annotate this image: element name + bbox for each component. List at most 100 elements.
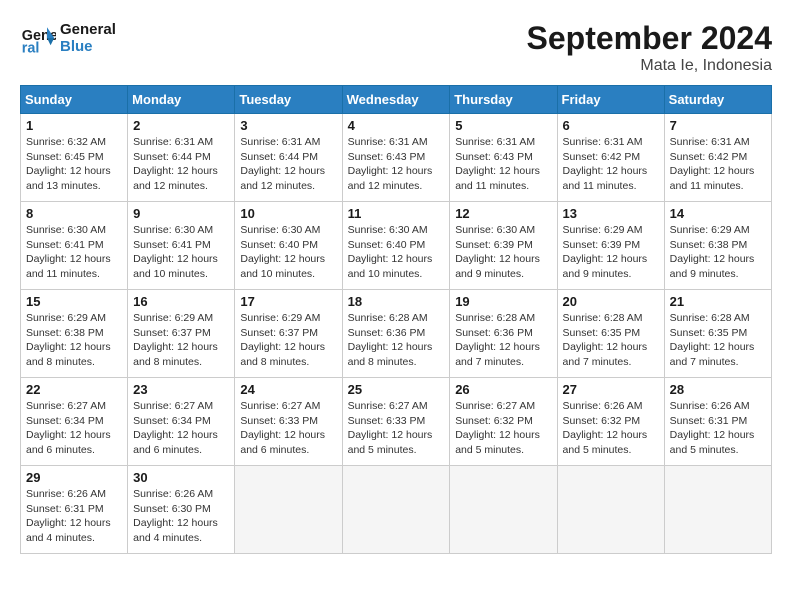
calendar-cell: 5 Sunrise: 6:31 AM Sunset: 6:43 PM Daylig…: [450, 114, 557, 202]
day-number: 5: [455, 118, 551, 133]
header-thursday: Thursday: [450, 86, 557, 114]
calendar-cell: 20 Sunrise: 6:28 AM Sunset: 6:35 PM Dayli…: [557, 290, 664, 378]
day-number: 2: [133, 118, 229, 133]
calendar-cell: 17 Sunrise: 6:29 AM Sunset: 6:37 PM Dayli…: [235, 290, 342, 378]
day-number: 19: [455, 294, 551, 309]
calendar-cell: [235, 466, 342, 554]
day-info: Sunrise: 6:29 AM Sunset: 6:39 PM Dayligh…: [563, 223, 659, 282]
calendar-cell: 10 Sunrise: 6:30 AM Sunset: 6:40 PM Dayli…: [235, 202, 342, 290]
day-info: Sunrise: 6:28 AM Sunset: 6:35 PM Dayligh…: [670, 311, 766, 370]
day-number: 16: [133, 294, 229, 309]
day-number: 10: [240, 206, 336, 221]
calendar-cell: 28 Sunrise: 6:26 AM Sunset: 6:31 PM Dayli…: [664, 378, 771, 466]
day-number: 30: [133, 470, 229, 485]
calendar-cell: 29 Sunrise: 6:26 AM Sunset: 6:31 PM Dayli…: [21, 466, 128, 554]
calendar-cell: 4 Sunrise: 6:31 AM Sunset: 6:43 PM Daylig…: [342, 114, 450, 202]
calendar-cell: 30 Sunrise: 6:26 AM Sunset: 6:30 PM Dayli…: [128, 466, 235, 554]
calendar-cell: 25Sunrise: 6:27 AM Sunset: 6:33 PM Dayli…: [342, 378, 450, 466]
calendar-cell: 18 Sunrise: 6:28 AM Sunset: 6:36 PM Dayli…: [342, 290, 450, 378]
day-info: Sunrise: 6:28 AM Sunset: 6:35 PM Dayligh…: [563, 311, 659, 370]
day-info: Sunrise: 6:29 AM Sunset: 6:37 PM Dayligh…: [240, 311, 336, 370]
day-info: Sunrise: 6:28 AM Sunset: 6:36 PM Dayligh…: [348, 311, 445, 370]
calendar-cell: 19 Sunrise: 6:28 AM Sunset: 6:36 PM Dayli…: [450, 290, 557, 378]
page-header: Gene ral General Blue September 2024 Mat…: [20, 20, 772, 75]
logo-icon: Gene ral: [20, 20, 56, 56]
calendar-cell: 9 Sunrise: 6:30 AM Sunset: 6:41 PM Daylig…: [128, 202, 235, 290]
day-info: Sunrise: 6:29 AM Sunset: 6:38 PM Dayligh…: [26, 311, 122, 370]
header-sunday: Sunday: [21, 86, 128, 114]
day-number: 20: [563, 294, 659, 309]
calendar-cell: 11 Sunrise: 6:30 AM Sunset: 6:40 PM Dayli…: [342, 202, 450, 290]
day-info: Sunrise: 6:31 AM Sunset: 6:44 PM Dayligh…: [133, 135, 229, 194]
day-number: 6: [563, 118, 659, 133]
day-info: Sunrise: 6:26 AM Sunset: 6:30 PM Dayligh…: [133, 487, 229, 546]
calendar-cell: 27 Sunrise: 6:26 AM Sunset: 6:32 PM Dayli…: [557, 378, 664, 466]
day-info: Sunrise: 6:27 AM Sunset: 6:32 PM Dayligh…: [455, 399, 551, 458]
week-row-1: 1Sunrise: 6:32 AM Sunset: 6:45 PM Daylig…: [21, 114, 772, 202]
calendar-cell: 15 Sunrise: 6:29 AM Sunset: 6:38 PM Dayli…: [21, 290, 128, 378]
day-number: 26: [455, 382, 551, 397]
day-info: Sunrise: 6:29 AM Sunset: 6:38 PM Dayligh…: [670, 223, 766, 282]
day-number: 3: [240, 118, 336, 133]
day-number: 7: [670, 118, 766, 133]
calendar-cell: [664, 466, 771, 554]
calendar-cell: 7Sunrise: 6:31 AM Sunset: 6:42 PM Daylig…: [664, 114, 771, 202]
day-number: 15: [26, 294, 122, 309]
calendar-cell: 8Sunrise: 6:30 AM Sunset: 6:41 PM Daylig…: [21, 202, 128, 290]
day-number: 11: [348, 206, 445, 221]
day-number: 1: [26, 118, 122, 133]
calendar-body: 1Sunrise: 6:32 AM Sunset: 6:45 PM Daylig…: [21, 114, 772, 554]
calendar-cell: [557, 466, 664, 554]
day-info: Sunrise: 6:31 AM Sunset: 6:44 PM Dayligh…: [240, 135, 336, 194]
day-info: Sunrise: 6:30 AM Sunset: 6:41 PM Dayligh…: [133, 223, 229, 282]
header-monday: Monday: [128, 86, 235, 114]
calendar-cell: 6 Sunrise: 6:31 AM Sunset: 6:42 PM Daylig…: [557, 114, 664, 202]
day-info: Sunrise: 6:31 AM Sunset: 6:42 PM Dayligh…: [563, 135, 659, 194]
day-number: 25: [348, 382, 445, 397]
day-info: Sunrise: 6:27 AM Sunset: 6:34 PM Dayligh…: [133, 399, 229, 458]
day-number: 9: [133, 206, 229, 221]
week-row-5: 29 Sunrise: 6:26 AM Sunset: 6:31 PM Dayli…: [21, 466, 772, 554]
day-info: Sunrise: 6:26 AM Sunset: 6:31 PM Dayligh…: [26, 487, 122, 546]
header-saturday: Saturday: [664, 86, 771, 114]
header-tuesday: Tuesday: [235, 86, 342, 114]
calendar-cell: [450, 466, 557, 554]
day-info: Sunrise: 6:27 AM Sunset: 6:34 PM Dayligh…: [26, 399, 122, 458]
week-row-2: 8Sunrise: 6:30 AM Sunset: 6:41 PM Daylig…: [21, 202, 772, 290]
day-info: Sunrise: 6:26 AM Sunset: 6:32 PM Dayligh…: [563, 399, 659, 458]
header-friday: Friday: [557, 86, 664, 114]
day-info: Sunrise: 6:30 AM Sunset: 6:40 PM Dayligh…: [348, 223, 445, 282]
day-number: 17: [240, 294, 336, 309]
calendar-cell: 23 Sunrise: 6:27 AM Sunset: 6:34 PM Dayli…: [128, 378, 235, 466]
day-info: Sunrise: 6:31 AM Sunset: 6:43 PM Dayligh…: [455, 135, 551, 194]
day-info: Sunrise: 6:30 AM Sunset: 6:39 PM Dayligh…: [455, 223, 551, 282]
calendar-cell: 3 Sunrise: 6:31 AM Sunset: 6:44 PM Daylig…: [235, 114, 342, 202]
day-info: Sunrise: 6:26 AM Sunset: 6:31 PM Dayligh…: [670, 399, 766, 458]
day-info: Sunrise: 6:30 AM Sunset: 6:41 PM Dayligh…: [26, 223, 122, 282]
day-number: 22: [26, 382, 122, 397]
logo-line1: General: [60, 21, 116, 38]
day-number: 4: [348, 118, 445, 133]
day-info: Sunrise: 6:29 AM Sunset: 6:37 PM Dayligh…: [133, 311, 229, 370]
calendar-header: SundayMondayTuesdayWednesdayThursdayFrid…: [21, 86, 772, 114]
calendar-cell: 14 Sunrise: 6:29 AM Sunset: 6:38 PM Dayli…: [664, 202, 771, 290]
day-number: 29: [26, 470, 122, 485]
week-row-3: 15 Sunrise: 6:29 AM Sunset: 6:38 PM Dayli…: [21, 290, 772, 378]
day-number: 28: [670, 382, 766, 397]
calendar: SundayMondayTuesdayWednesdayThursdayFrid…: [20, 85, 772, 554]
day-info: Sunrise: 6:31 AM Sunset: 6:43 PM Dayligh…: [348, 135, 445, 194]
calendar-cell: 12Sunrise: 6:30 AM Sunset: 6:39 PM Dayli…: [450, 202, 557, 290]
header-wednesday: Wednesday: [342, 86, 450, 114]
calendar-cell: 24Sunrise: 6:27 AM Sunset: 6:33 PM Dayli…: [235, 378, 342, 466]
day-number: 23: [133, 382, 229, 397]
week-row-4: 22 Sunrise: 6:27 AM Sunset: 6:34 PM Dayli…: [21, 378, 772, 466]
day-number: 27: [563, 382, 659, 397]
title-block: September 2024 Mata Ie, Indonesia: [527, 20, 772, 75]
day-info: Sunrise: 6:30 AM Sunset: 6:40 PM Dayligh…: [240, 223, 336, 282]
day-number: 14: [670, 206, 766, 221]
location: Mata Ie, Indonesia: [527, 57, 772, 75]
calendar-cell: 16 Sunrise: 6:29 AM Sunset: 6:37 PM Dayli…: [128, 290, 235, 378]
day-info: Sunrise: 6:28 AM Sunset: 6:36 PM Dayligh…: [455, 311, 551, 370]
month-title: September 2024: [527, 20, 772, 57]
day-number: 18: [348, 294, 445, 309]
